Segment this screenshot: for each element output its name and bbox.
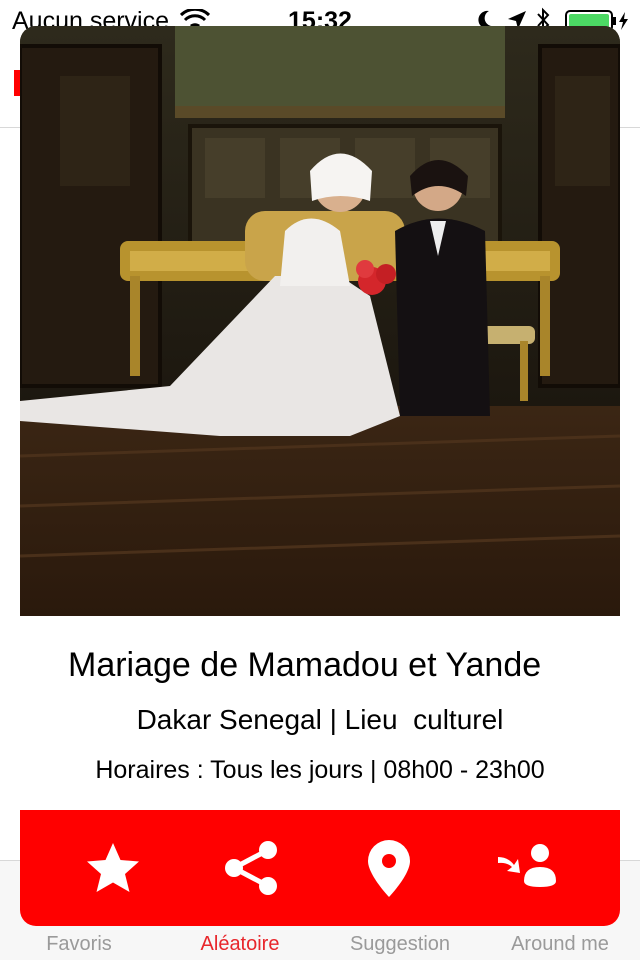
event-hours: Horaires : Tous les jours | 08h00 - 23h0… — [95, 756, 545, 784]
share-icon — [225, 841, 277, 895]
tab-aleatoire[interactable]: Aléatoire — [160, 933, 320, 956]
share-button[interactable] — [211, 828, 291, 908]
star-icon — [87, 843, 139, 892]
event-info: Mariage de Mamadou et Yande Dakar Senega… — [20, 616, 620, 810]
card-action-bar — [20, 810, 620, 926]
tab-around-me[interactable]: Around me — [480, 933, 640, 956]
tab-favoris[interactable]: Favoris — [0, 933, 158, 956]
user-forward-icon — [498, 844, 556, 887]
favorite-button[interactable] — [73, 828, 153, 908]
event-card[interactable]: Mariage de Mamadou et Yande Dakar Senega… — [20, 26, 620, 926]
event-location: Dakar Senegal | Lieu culturel — [136, 704, 504, 735]
invite-friend-button[interactable] — [487, 828, 567, 908]
event-photo — [20, 26, 620, 616]
tab-suggestion[interactable]: Suggestion — [320, 933, 480, 956]
event-title: Mariage de Mamadou et Yande — [68, 646, 542, 684]
location-button[interactable] — [349, 828, 429, 908]
map-pin-icon — [368, 840, 410, 897]
